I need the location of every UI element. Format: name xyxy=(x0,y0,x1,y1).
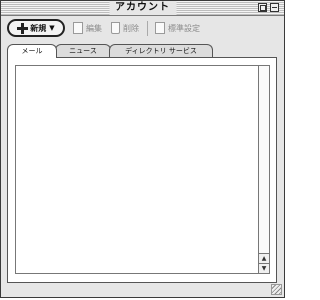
default-icon xyxy=(155,22,165,34)
edit-button[interactable]: 編集 xyxy=(73,21,102,35)
window-title: アカウント xyxy=(109,1,176,15)
set-default-button-label: 標準設定 xyxy=(168,23,200,33)
scroll-down-arrow-icon[interactable]: ▼ xyxy=(259,263,269,273)
zoom-button[interactable] xyxy=(258,3,267,12)
edit-icon xyxy=(73,22,83,34)
tab-directory-services[interactable]: ディレクトリ サービス xyxy=(109,44,213,57)
set-default-button[interactable]: 標準設定 xyxy=(155,21,200,35)
collapse-button[interactable] xyxy=(270,3,279,12)
trash-icon xyxy=(111,22,120,34)
new-button-label: 新規 xyxy=(30,23,47,33)
account-list[interactable]: ▲ ▼ xyxy=(15,65,270,274)
tab-content-pane: ▲ ▼ xyxy=(7,57,277,283)
tab-mail[interactable]: メール xyxy=(7,44,57,58)
tab-news[interactable]: ニュース xyxy=(55,44,111,57)
toolbar-divider xyxy=(147,21,148,36)
scroll-up-arrow-icon[interactable]: ▲ xyxy=(259,253,269,263)
delete-button-label: 削除 xyxy=(123,23,139,33)
plus-icon xyxy=(17,22,29,34)
edit-button-label: 編集 xyxy=(86,23,102,33)
accounts-window: アカウント 新規 ▼ 編集 削除 標準設定 メール ニュース ディレクトリ サー… xyxy=(0,0,285,298)
dropdown-arrow-icon: ▼ xyxy=(49,24,55,32)
toolbar: 新規 ▼ 編集 削除 標準設定 xyxy=(3,17,283,41)
resize-handle[interactable] xyxy=(271,284,282,295)
title-bar[interactable]: アカウント xyxy=(1,1,284,16)
vertical-scrollbar[interactable]: ▲ ▼ xyxy=(258,66,269,273)
new-button[interactable]: 新規 ▼ xyxy=(7,19,65,37)
account-tabs: メール ニュース ディレクトリ サービス xyxy=(7,44,281,58)
delete-button[interactable]: 削除 xyxy=(111,21,139,35)
